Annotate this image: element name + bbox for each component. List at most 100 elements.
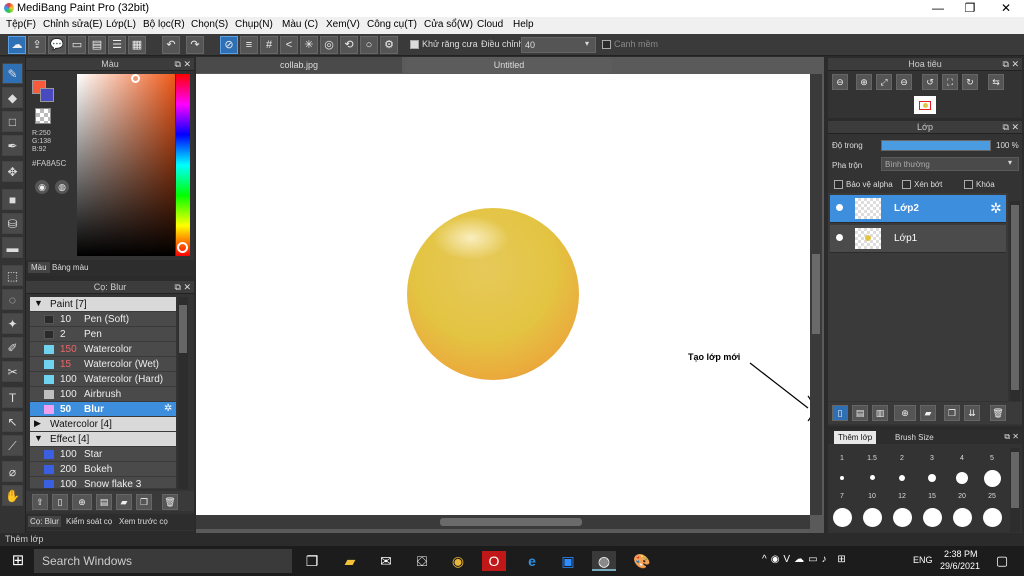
- panel-close-icon[interactable]: ⧉ ✕: [175, 281, 191, 294]
- brush-group-watercolor[interactable]: ▶ Watercolor [4]: [30, 417, 176, 432]
- background-color-swatch[interactable]: [40, 88, 54, 102]
- eye-icon[interactable]: [836, 204, 843, 211]
- medibang-taskbar-icon[interactable]: ◍: [592, 551, 616, 571]
- menu-window[interactable]: Cửa sổ(W): [424, 19, 473, 30]
- vertical-scrollbar[interactable]: [810, 74, 822, 515]
- brush-size-1-5[interactable]: [870, 475, 875, 480]
- eye-icon[interactable]: [836, 234, 843, 241]
- parallel-snap-icon[interactable]: ≡: [240, 36, 258, 54]
- ellipse-snap-icon[interactable]: ○: [360, 36, 378, 54]
- operation-tool-icon[interactable]: ↖: [2, 411, 23, 432]
- folder-icon[interactable]: ▰: [116, 494, 132, 510]
- cloud-icon[interactable]: ☁: [8, 36, 26, 54]
- trash-icon[interactable]: 🗑: [990, 405, 1006, 421]
- panel-close-icon[interactable]: ⧉ ✕: [1003, 58, 1019, 71]
- paint-app-icon[interactable]: 🎨: [630, 551, 654, 571]
- eraser-tool-icon[interactable]: ◆: [2, 87, 23, 108]
- brush-size-15[interactable]: [923, 508, 942, 527]
- new-8bit-layer-icon[interactable]: ▥: [872, 405, 888, 421]
- pen-tool-icon[interactable]: ✒: [2, 135, 23, 156]
- list-item[interactable]: 100 Star: [30, 447, 176, 462]
- list-item[interactable]: 100 Airbrush: [30, 387, 176, 402]
- sv-cursor[interactable]: [131, 74, 140, 83]
- select-pen-icon[interactable]: ✐: [2, 337, 23, 358]
- saturation-value-picker[interactable]: [77, 74, 175, 256]
- edge-icon[interactable]: e: [520, 551, 544, 571]
- text-tool-icon[interactable]: T: [2, 387, 23, 408]
- file-explorer-icon[interactable]: ▰: [338, 551, 362, 571]
- shape-tool-icon[interactable]: ■: [2, 189, 23, 210]
- layer-row-lop1[interactable]: Lớp1: [830, 225, 1006, 253]
- brush-size-20[interactable]: [953, 508, 972, 527]
- clipping-checkbox[interactable]: [902, 180, 911, 190]
- transparent-color-swatch[interactable]: [35, 108, 51, 124]
- language-indicator[interactable]: ENG: [913, 555, 933, 565]
- brush-size-12[interactable]: [893, 508, 912, 527]
- menu-file[interactable]: Tệp(F): [6, 19, 36, 30]
- brush-size-1[interactable]: [840, 476, 844, 480]
- menu-help[interactable]: Help: [513, 19, 534, 30]
- rectangle-tool-icon[interactable]: □: [2, 111, 23, 132]
- tab-palette[interactable]: Bảng màu: [52, 263, 88, 272]
- tab-brush-size[interactable]: Brush Size: [895, 433, 934, 442]
- notification-icon[interactable]: ▢: [990, 551, 1014, 571]
- tab-brush-preview[interactable]: Xem trước cọ: [119, 517, 168, 526]
- circle-snap-icon[interactable]: ◎: [320, 36, 338, 54]
- curve-snap-icon[interactable]: ⟲: [340, 36, 358, 54]
- zoom-reset-icon[interactable]: ⊖: [896, 74, 912, 90]
- menu-cloud[interactable]: Cloud: [477, 19, 503, 30]
- brush-size-3[interactable]: [928, 474, 936, 482]
- magic-wand-icon[interactable]: ✦: [2, 313, 23, 334]
- add-layer-menu-icon[interactable]: ⊕: [894, 405, 916, 421]
- hue-slider[interactable]: [176, 74, 190, 256]
- radial-snap-icon[interactable]: ✳: [300, 36, 318, 54]
- mail-icon[interactable]: ✉: [374, 551, 398, 571]
- fit-icon[interactable]: ⤢: [876, 74, 892, 90]
- antialias-checkbox[interactable]: [410, 40, 419, 50]
- rotate-left-icon[interactable]: ↺: [922, 74, 938, 90]
- add-brush-icon[interactable]: ⊕: [72, 494, 92, 510]
- merge-layer-icon[interactable]: ⇊: [964, 405, 980, 421]
- horizontal-scrollbar[interactable]: [196, 515, 810, 529]
- palette-add-icon[interactable]: ◍: [55, 180, 69, 194]
- new-halftone-layer-icon[interactable]: ▤: [852, 405, 868, 421]
- tab-collab[interactable]: collab.jpg: [196, 57, 402, 73]
- fullscreen-icon[interactable]: ⛶: [942, 74, 958, 90]
- menu-layer[interactable]: Lớp(L): [106, 19, 136, 30]
- menu-filter[interactable]: Bộ lọc(R): [143, 19, 185, 30]
- undo-icon[interactable]: ↶: [162, 36, 180, 54]
- list-item[interactable]: 100 Watercolor (Hard): [30, 372, 176, 387]
- brush-tool-icon[interactable]: ✎: [2, 63, 23, 84]
- layer-scrollbar[interactable]: [1010, 201, 1020, 401]
- trash-icon[interactable]: 🗑: [162, 494, 178, 510]
- zoom-app-icon[interactable]: ▣: [556, 551, 580, 571]
- blend-mode-select[interactable]: Bình thường ▾: [881, 157, 1019, 171]
- zoom-in-icon[interactable]: ⊕: [856, 74, 872, 90]
- menu-edit[interactable]: Chỉnh sửa(E): [43, 19, 103, 30]
- menu-color[interactable]: Màu (C): [282, 19, 318, 30]
- duplicate-icon[interactable]: ❐: [136, 494, 152, 510]
- panel-close-icon[interactable]: ⧉ ✕: [1004, 432, 1019, 442]
- list-item-selected[interactable]: 50 Blur ✲: [30, 402, 176, 417]
- folder-icon[interactable]: ▰: [920, 405, 936, 421]
- divide-tool-icon[interactable]: ⟋: [2, 435, 23, 456]
- gear-icon[interactable]: ✲: [164, 403, 172, 414]
- move-tool-icon[interactable]: ✥: [2, 161, 23, 182]
- gear-icon[interactable]: ✲: [990, 200, 1002, 217]
- upload-icon[interactable]: ⇧: [32, 494, 48, 510]
- store-icon[interactable]: ⛋: [410, 551, 434, 571]
- clock-time[interactable]: 2:38 PM: [944, 549, 978, 559]
- brush-size-2[interactable]: [899, 475, 905, 481]
- fill-tool-icon[interactable]: ⛁: [2, 213, 23, 234]
- tab-untitled[interactable]: Untitled: [406, 57, 612, 73]
- list-item[interactable]: 150 Watercolor: [30, 342, 176, 357]
- vanishing-snap-icon[interactable]: <: [280, 36, 298, 54]
- system-tray-icons[interactable]: ^◉V☁▭♪ ⊞: [762, 554, 850, 565]
- correction-select[interactable]: 40 ▾: [521, 37, 596, 53]
- opacity-slider[interactable]: [881, 140, 991, 151]
- list-item[interactable]: 100 Snow flake 3: [30, 477, 176, 489]
- share-icon[interactable]: ⇪: [28, 36, 46, 54]
- navigator-thumbnail[interactable]: [914, 96, 936, 114]
- panel-close-icon[interactable]: ⧉ ✕: [175, 58, 191, 71]
- canvas[interactable]: Tạo lớp mới: [196, 74, 814, 515]
